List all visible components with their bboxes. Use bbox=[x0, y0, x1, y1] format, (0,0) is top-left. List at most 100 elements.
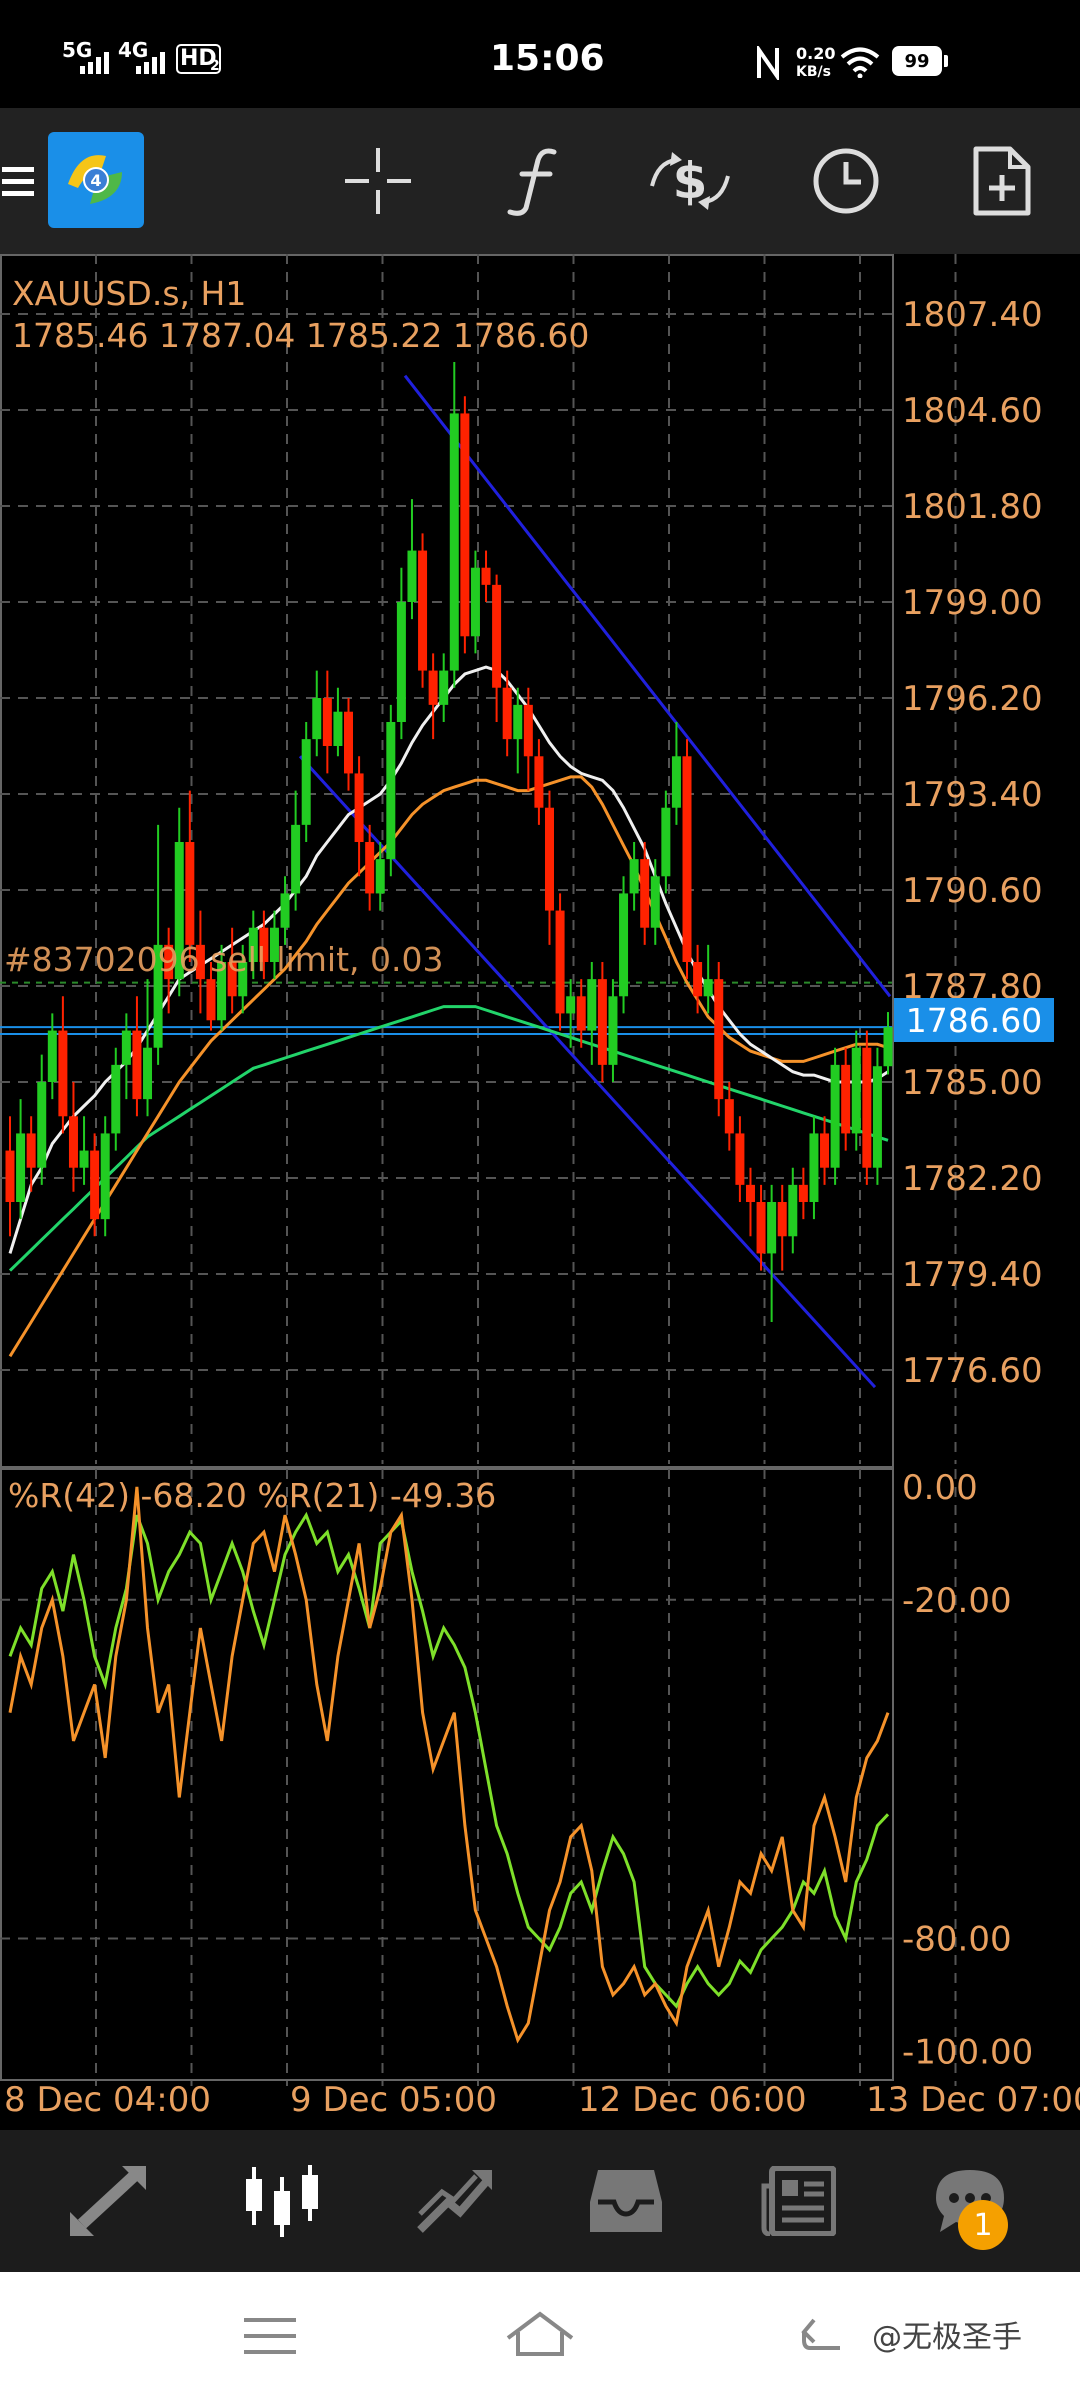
candle-body bbox=[47, 1030, 57, 1082]
messages-badge: 1 bbox=[958, 2200, 1008, 2250]
metatrader-logo[interactable]: 4 bbox=[48, 132, 144, 228]
candle-body bbox=[767, 1202, 777, 1254]
candle-body bbox=[693, 962, 703, 997]
candle-body bbox=[513, 704, 523, 740]
candle-body bbox=[671, 756, 681, 808]
candle-body bbox=[5, 1150, 15, 1202]
crosshair-button[interactable] bbox=[330, 108, 426, 254]
inbox-history-icon bbox=[590, 2170, 662, 2232]
ohlc-values: 1785.46 1787.04 1785.22 1786.60 bbox=[12, 316, 590, 355]
battery-level: 99 bbox=[904, 50, 930, 72]
candle-body bbox=[745, 1184, 755, 1202]
nav-history[interactable] bbox=[561, 2130, 691, 2272]
candle-body bbox=[386, 722, 396, 860]
candle-body bbox=[301, 739, 311, 825]
timeframe-clock-icon bbox=[813, 148, 879, 214]
time-axis-label: 12 Dec 06:00 bbox=[578, 2080, 807, 2120]
candle-body bbox=[291, 824, 301, 894]
new-order-icon bbox=[973, 146, 1031, 216]
candle-body bbox=[629, 859, 639, 894]
signal-bars-2-icon bbox=[136, 52, 165, 74]
candle-body bbox=[862, 1047, 872, 1168]
candle-body bbox=[185, 842, 195, 945]
oscillator-tick-label: -80.00 bbox=[902, 1919, 1012, 1959]
watermark-text: @无极圣手 bbox=[872, 2320, 1022, 2355]
candle-body bbox=[407, 550, 417, 602]
oscillator-tick-label: -20.00 bbox=[902, 1581, 1012, 1621]
chart-toolbar: 4 $ bbox=[0, 108, 1080, 254]
menu-button[interactable] bbox=[0, 108, 36, 254]
candle-body bbox=[354, 773, 364, 842]
candle-body bbox=[883, 1027, 893, 1067]
price-tick-label: 1793.40 bbox=[902, 775, 1043, 815]
candle-body bbox=[788, 1184, 798, 1237]
nav-news[interactable] bbox=[733, 2130, 863, 2272]
candle-body bbox=[439, 670, 449, 705]
back-icon[interactable] bbox=[800, 2312, 844, 2356]
wifi-icon bbox=[840, 47, 880, 78]
candle-body bbox=[587, 979, 597, 1031]
price-chart[interactable]: 1807.40 1804.60 1801.80 1799.00 1796.20 1793.… bbox=[0, 254, 1080, 2130]
timeframe-button[interactable] bbox=[796, 108, 896, 254]
battery-indicator: 99 bbox=[892, 46, 942, 76]
candle-body bbox=[481, 567, 491, 585]
candle-body bbox=[492, 584, 502, 688]
candle-body bbox=[619, 893, 629, 997]
messages-badge-count: 1 bbox=[973, 2207, 993, 2243]
candle-body bbox=[608, 996, 618, 1065]
candle-body bbox=[312, 698, 322, 740]
candle-body bbox=[820, 1133, 830, 1168]
trade-trend-icon bbox=[417, 2170, 492, 2233]
candle-body bbox=[872, 1066, 882, 1168]
recent-apps-icon[interactable] bbox=[242, 2314, 298, 2358]
candle-body bbox=[798, 1184, 808, 1202]
candle-body bbox=[682, 756, 692, 962]
candle-body bbox=[344, 711, 354, 774]
battery-tip bbox=[944, 55, 948, 67]
wpr42-line bbox=[8, 1511, 890, 2009]
candle-body bbox=[333, 711, 343, 746]
chart-area[interactable]: 1807.40 1804.60 1801.80 1799.00 1796.20 1793.… bbox=[0, 254, 1080, 2130]
candle-body bbox=[322, 698, 332, 746]
new-order-button[interactable] bbox=[952, 108, 1052, 254]
indicators-button[interactable] bbox=[484, 108, 580, 254]
candle-body bbox=[777, 1202, 787, 1237]
candle-body bbox=[206, 979, 216, 1021]
system-navigation-bar: @无极圣手 bbox=[0, 2272, 1080, 2400]
net-speed-unit: KB/s bbox=[796, 64, 831, 80]
candle-body bbox=[68, 1116, 78, 1168]
objects-button[interactable]: $ bbox=[640, 108, 740, 254]
candle-body bbox=[809, 1133, 819, 1202]
candle-body bbox=[544, 807, 554, 911]
main-panel-border bbox=[0, 254, 894, 1468]
signal-bars-1-icon bbox=[80, 52, 109, 74]
candle-body bbox=[534, 756, 544, 808]
candle-body bbox=[830, 1064, 840, 1168]
crosshair-icon bbox=[345, 148, 411, 214]
candle-body bbox=[132, 1030, 142, 1100]
candle-body bbox=[841, 1064, 851, 1134]
oscillator-tick-label: -100.00 bbox=[902, 2032, 1033, 2072]
symbol-title: XAUUSD.s, H1 bbox=[12, 274, 247, 313]
objects-icon: $ bbox=[650, 152, 730, 210]
nav-trade[interactable] bbox=[389, 2130, 519, 2272]
price-tick-label: 1807.40 bbox=[902, 295, 1043, 335]
candle-body bbox=[756, 1202, 766, 1254]
nav-chart[interactable] bbox=[217, 2130, 347, 2272]
order-label: #83702096 sell limit, 0.03 bbox=[4, 940, 444, 979]
candle-body bbox=[555, 910, 565, 1014]
candle-body bbox=[735, 1133, 745, 1185]
time-axis-label: 8 Dec 04:00 bbox=[4, 2080, 211, 2120]
nav-quotes[interactable] bbox=[45, 2130, 175, 2272]
time-axis-label: 9 Dec 05:00 bbox=[290, 2080, 497, 2120]
quotes-arrows-icon bbox=[70, 2166, 146, 2236]
nav-messages[interactable] bbox=[905, 2130, 1035, 2272]
price-tick-label: 1796.20 bbox=[902, 679, 1043, 719]
price-tick-label: 1790.60 bbox=[902, 871, 1043, 911]
candle-body bbox=[597, 979, 607, 1065]
candle-body bbox=[418, 550, 428, 671]
home-icon[interactable] bbox=[504, 2308, 576, 2358]
oscillator-panel-border bbox=[0, 1468, 894, 2081]
candle-body bbox=[851, 1047, 861, 1134]
candle-body bbox=[16, 1133, 26, 1202]
